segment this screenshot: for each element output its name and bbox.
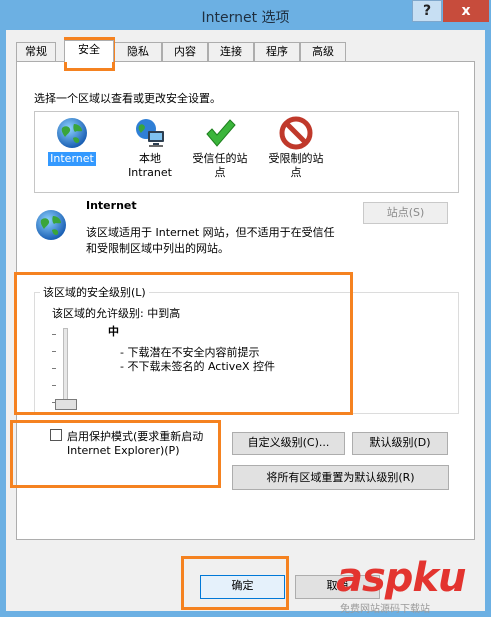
tab-programs[interactable]: 程序: [254, 42, 300, 61]
zone-label-local-line1: 本地: [139, 152, 161, 165]
zone-detail-name: Internet: [86, 199, 137, 212]
zone-detail-desc-line2: 和受限制区域中列出的网站。: [86, 242, 229, 255]
zone-label-trusted-line2: 点: [214, 166, 226, 179]
zone-label-restricted-line2: 点: [290, 166, 302, 179]
restricted-icon: [279, 116, 313, 150]
close-button[interactable]: x: [443, 0, 489, 22]
internet-options-window: Internet 选项 ? x 常规 安全 隐私 内容 连接 程序 高级 选择一…: [0, 0, 491, 617]
reset-all-zones-button[interactable]: 将所有区域重置为默认级别(R): [232, 465, 449, 490]
local-intranet-icon: [133, 116, 167, 150]
tab-general[interactable]: 常规: [16, 42, 56, 61]
zone-item-trusted-sites[interactable]: 受信任的站 点: [187, 116, 253, 180]
tab-connections[interactable]: 连接: [208, 42, 254, 61]
zone-label-internet: Internet: [48, 152, 96, 166]
zone-detail-desc-line1: 该区域适用于 Internet 网站，但不适用于在受信任: [86, 226, 335, 239]
tab-content[interactable]: 内容: [162, 42, 208, 61]
tab-security[interactable]: 安全: [64, 40, 114, 62]
zone-item-restricted-sites[interactable]: 受限制的站 点: [263, 116, 329, 180]
highlight-protected-mode: [10, 420, 221, 488]
highlight-security-level: [14, 272, 353, 415]
zone-label-local-line2: Intranet: [128, 166, 172, 179]
globe-icon: [34, 208, 68, 242]
highlight-ok-button: [181, 556, 289, 610]
zone-label-trusted-line1: 受信任的站: [192, 152, 248, 165]
zone-item-internet[interactable]: Internet: [41, 116, 103, 166]
custom-level-button[interactable]: 自定义级别(C)...: [232, 432, 345, 455]
zone-item-local-intranet[interactable]: 本地 Intranet: [117, 116, 183, 180]
watermark-logo: aspku: [336, 555, 467, 601]
sites-button[interactable]: 站点(S): [363, 202, 448, 224]
watermark-subtext: 免费网站源码下载站: [340, 604, 430, 615]
help-button[interactable]: ?: [412, 0, 442, 22]
zone-label-restricted-line1: 受限制的站: [268, 152, 324, 165]
tab-privacy[interactable]: 隐私: [114, 42, 162, 61]
trusted-check-icon: [203, 116, 237, 150]
globe-icon: [55, 116, 89, 150]
select-zone-prompt: 选择一个区域以查看或更改安全设置。: [34, 92, 221, 105]
default-level-button[interactable]: 默认级别(D): [352, 432, 448, 455]
tab-advanced[interactable]: 高级: [300, 42, 346, 61]
zone-list[interactable]: Internet 本地 Intranet 受信任的站 点 受限制的站 点: [34, 111, 459, 193]
